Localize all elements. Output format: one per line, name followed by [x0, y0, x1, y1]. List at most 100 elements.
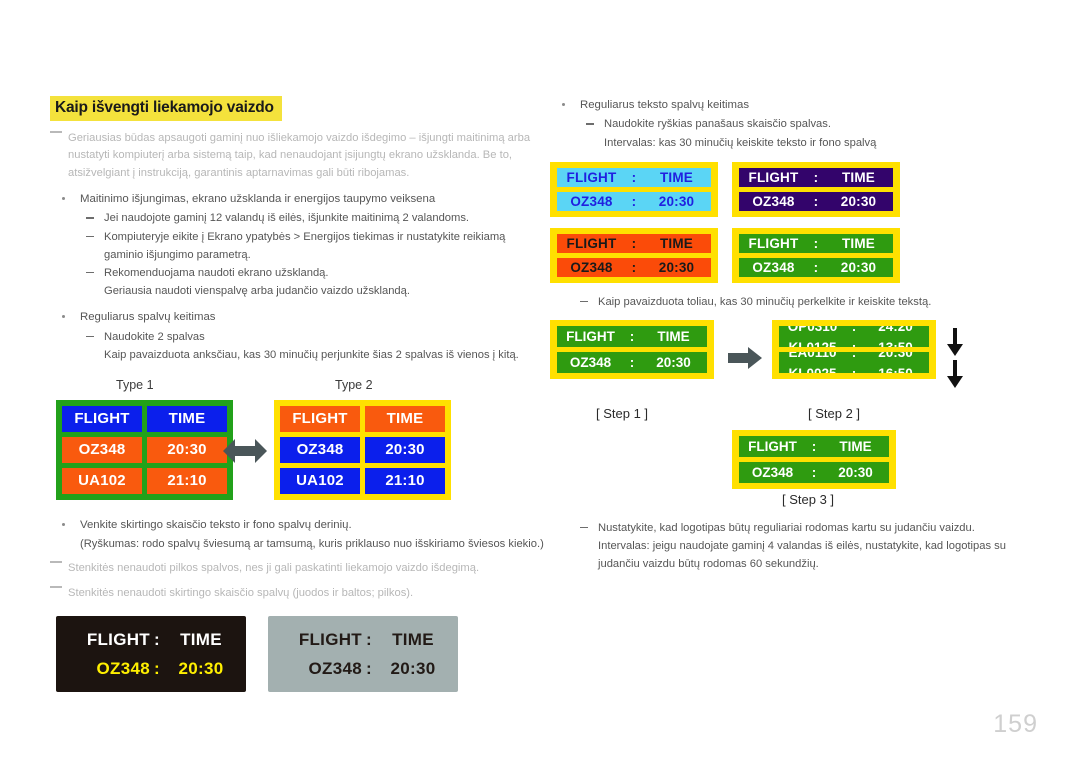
board1-row1-flight: UA102: [62, 467, 142, 494]
mono-gray-header-label: FLIGHT: [298, 629, 362, 649]
dash-list-logo: Nustatykite, kad logotipas būtų reguliar…: [550, 519, 1042, 573]
bullet-subline-brightness: (Ryškumas: rodo spalvų šviesumą ar tamsu…: [80, 538, 544, 551]
panel3-data-label: OZ348: [752, 259, 795, 275]
step3-data-label: OZ348: [751, 464, 794, 480]
step2-line2a-label: EA0110: [788, 351, 837, 360]
bullet-label: Reguliarus spalvų keitimas: [80, 311, 216, 324]
board1-header-time: TIME: [147, 405, 227, 432]
step1-header-value: TIME: [657, 328, 690, 344]
panel1-header-value: TIME: [841, 169, 876, 185]
panel3-data-sep: :: [813, 259, 819, 275]
color-panel-grid: FLIGHT : TIME OZ348 : 20:30 FLIGHT : TIM…: [550, 161, 902, 283]
panel3-header-sep: :: [813, 235, 819, 251]
em-dash-icon: [50, 561, 62, 564]
mono-gray-header-value: TIME: [392, 629, 434, 649]
note-text: Geriausias būdas apsaugoti gaminį nuo iš…: [68, 131, 531, 179]
dash-label: Naudokite 2 spalvas: [104, 330, 205, 343]
note-avoid-contrast-colors: Stenkitės nenaudoti skirtingo skaisčio s…: [50, 585, 546, 602]
step1-header-row: FLIGHT : TIME: [557, 325, 707, 347]
panel1-header-sep: :: [813, 169, 819, 185]
panel0-header-row: FLIGHT : TIME: [557, 167, 711, 187]
dash-label: Jei naudojote gaminį 12 valandų iš eilės…: [104, 212, 470, 225]
dash-item-display-properties: Kompiuteryje eikite į Ekrano ypatybės > …: [80, 228, 546, 264]
step2-line1a-sep: :: [851, 325, 857, 334]
dash-label: Rekomenduojama naudoti ekrano užsklandą.: [104, 266, 329, 279]
dash-mark-icon: [86, 217, 94, 219]
panel3-header-row: FLIGHT : TIME: [739, 233, 893, 253]
note-text: Stenkitės nenaudoti skirtingo skaisčio s…: [68, 586, 414, 599]
step2-line2b-value: 16:50: [862, 366, 929, 373]
dash-subline-screensaver: Geriausia naudoti vienspalvę arba judanč…: [104, 284, 410, 297]
flight-board-type-2: FLIGHT TIME OZ348 20:30 UA102 21:10: [274, 399, 451, 500]
dash-label: Naudokite ryškias panašaus skaisčio spal…: [604, 118, 831, 131]
mono-gray-data-label: OZ348: [308, 658, 362, 678]
panel2-header-label: FLIGHT: [566, 235, 617, 251]
board2-row1-time: 21:10: [365, 467, 445, 494]
dash-label: Nustatykite, kad logotipas būtų reguliar…: [598, 521, 975, 534]
step3-header-row: FLIGHT : TIME: [739, 435, 889, 457]
type-labels-row: Type 1 Type 2: [50, 378, 546, 398]
board1-row1-time: 21:10: [147, 467, 227, 494]
mono-black-data-value: 20:30: [178, 658, 224, 678]
mono-gray-data-line: OZ348 : 20:30: [276, 659, 450, 679]
dash-mark-icon: [86, 335, 94, 338]
step3-data-value: 20:30: [838, 464, 873, 480]
note-avoid-gray: Stenkitės nenaudoti pilkos spalvos, nes …: [50, 560, 546, 577]
mono-panel-black: FLIGHT : TIME OZ348 : 20:30: [56, 616, 246, 693]
step-3-panel: FLIGHT : TIME OZ348 : 20:30: [732, 429, 896, 489]
step2-scroll-inner-1: OP0310 : 24:20 KL0125 : 13:50: [779, 326, 929, 347]
panel0-header-sep: :: [631, 169, 637, 185]
step2-line2a-value: 20:30: [878, 351, 913, 360]
board2-header-time: TIME: [365, 405, 445, 432]
bullet-dot-icon: [562, 103, 565, 106]
panel3-data-value: 20:30: [840, 259, 877, 275]
mono-black-header-label: FLIGHT: [86, 629, 150, 649]
panel1-data-label: OZ348: [752, 193, 795, 209]
step-labels-row: [ Step 1 ] [ Step 2 ]: [550, 406, 1042, 463]
step2-line1b-label: KL0125: [779, 340, 846, 347]
panel1-data-sep: :: [813, 193, 819, 209]
step2-line-2a: EA0110 : 20:30: [779, 352, 929, 363]
note-best-practice: Geriausias būdas apsaugoti gaminį nuo iš…: [50, 130, 546, 182]
panel2-data-value: 20:30: [658, 259, 695, 275]
board2-row0-time: 20:30: [365, 436, 445, 463]
type-1-label: Type 1: [116, 377, 154, 392]
panel0-header-label: FLIGHT: [566, 169, 617, 185]
board2-row0-flight: OZ348: [280, 436, 360, 463]
steps-row: FLIGHT : TIME OZ348 : 20:30 OP0310: 24:…: [550, 319, 1042, 402]
step2-line2b-label: KL0025: [779, 366, 846, 373]
bullet-list-color-change: Reguliarus spalvų keitimas: [50, 308, 546, 326]
step-3-label: [ Step 3 ]: [782, 491, 835, 507]
dash-item-12h: Jei naudojote gaminį 12 valandų iš eilės…: [80, 209, 546, 227]
step3-header-sep: :: [811, 438, 817, 454]
mono-gray-header-line: FLIGHT : TIME: [276, 630, 450, 650]
mono-black-header-line: FLIGHT : TIME: [64, 630, 238, 650]
panel2-data-label: OZ348: [570, 259, 613, 275]
panel1-data-row: OZ348 : 20:30: [739, 191, 893, 211]
bullet-label: Maitinimo išjungimas, ekrano užsklanda i…: [80, 192, 436, 205]
em-dash-icon: [50, 585, 62, 588]
step2-scroll-inner-2: EA0110 : 20:30 KL0025 : 16:50: [779, 352, 929, 373]
right-arrow-icon: [728, 346, 762, 369]
panel1-header-row: FLIGHT : TIME: [739, 167, 893, 187]
step3-header-label: FLIGHT: [748, 438, 797, 454]
bullet-list-contrast: Venkite skirtingo skaisčio teksto ir fon…: [50, 516, 546, 554]
dash-mark-icon: [580, 526, 588, 529]
step2-line1b-value: 13:50: [862, 340, 929, 347]
panel0-data-row: OZ348 : 20:30: [557, 191, 711, 211]
dash-item-move-text: Kaip pavaizduota toliau, kas 30 minučių …: [574, 293, 1042, 311]
dash-mark-icon: [580, 300, 588, 303]
mono-panels-row: FLIGHT : TIME OZ348 : 20:30 FLIGHT : TIM…: [50, 616, 546, 702]
bullet-label: Venkite skirtingo skaisčio teksto ir fon…: [80, 518, 352, 531]
step2-line-1a: OP0310 : 24:20: [779, 326, 929, 337]
dash-list-color-change: Naudokite 2 spalvas Kaip pavaizduota ank…: [50, 328, 546, 364]
step1-data-value: 20:30: [656, 354, 691, 370]
color-panel-light-blue: FLIGHT : TIME OZ348 : 20:30: [550, 161, 718, 217]
step2-line2a-sep: :: [851, 351, 857, 360]
step2-line1a-label: OP0310: [787, 325, 838, 334]
bullet-label: Reguliarus teksto spalvų keitimas: [580, 99, 750, 111]
type-2-label: Type 2: [335, 377, 373, 392]
step2-line-2b: KL0025 : 16:50: [779, 363, 929, 373]
dash-mark-icon: [86, 271, 94, 274]
panel2-header-value: TIME: [659, 235, 694, 251]
